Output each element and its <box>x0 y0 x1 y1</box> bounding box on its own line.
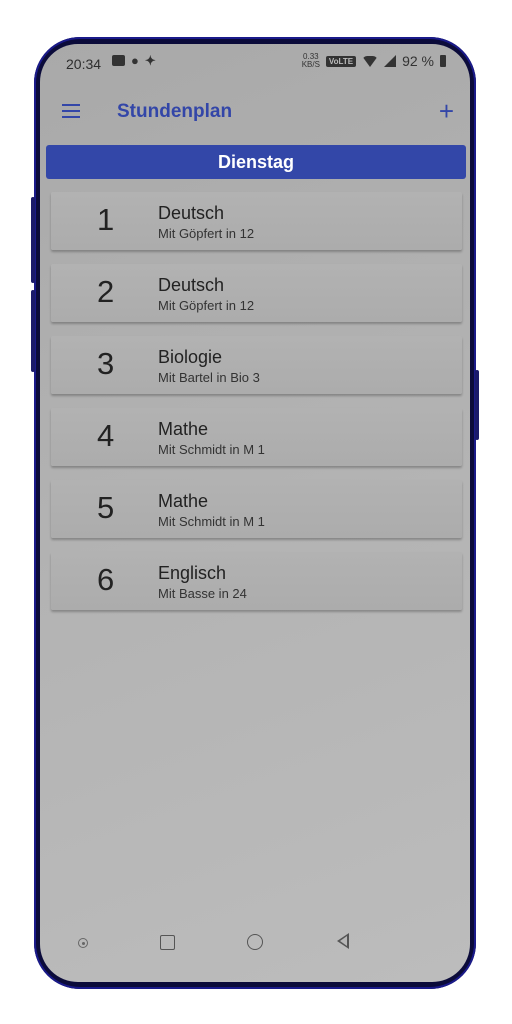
youtube-icon <box>112 55 125 66</box>
lesson-card[interactable]: 5 Mathe Mit Schmidt in M 1 <box>51 480 462 538</box>
lesson-card[interactable]: 4 Mathe Mit Schmidt in M 1 <box>51 408 462 466</box>
lesson-card[interactable]: 6 Englisch Mit Basse in 24 <box>51 552 462 610</box>
back-button[interactable] <box>337 933 349 949</box>
lesson-detail: Mit Schmidt in M 1 <box>158 514 265 529</box>
lesson-subject: Englisch <box>158 563 227 583</box>
navigation-bar <box>40 930 470 960</box>
volume-up-button <box>31 197 35 283</box>
lesson-number: 5 <box>97 490 115 525</box>
lesson-number: 2 <box>97 274 115 309</box>
lesson-number: 1 <box>97 202 115 237</box>
lesson-detail: Mit Schmidt in M 1 <box>158 442 265 457</box>
lesson-subject: Deutsch <box>158 275 225 295</box>
lesson-detail: Mit Bartel in Bio 3 <box>158 370 260 385</box>
lesson-card[interactable]: 1 Deutsch Mit Göpfert in 12 <box>51 192 462 250</box>
lesson-card[interactable]: 2 Deutsch Mit Göpfert in 12 <box>51 264 462 322</box>
lesson-number: 4 <box>97 418 115 453</box>
battery-icon <box>440 55 446 67</box>
system-icons: 0.33 KB/S VoLTE 92 % <box>302 53 446 69</box>
reddit-icon: ● <box>131 53 139 68</box>
wifi-icon <box>362 55 379 67</box>
net-speed-unit: KB/S <box>301 60 320 69</box>
lesson-card[interactable]: 3 Biologie Mit Bartel in Bio 3 <box>51 336 462 394</box>
signal-icon <box>384 55 397 67</box>
battery-percent: 92 % <box>402 53 434 69</box>
lesson-subject: Biologie <box>158 347 223 367</box>
lesson-list: 1 Deutsch Mit Göpfert in 12 2 Deutsch Mi… <box>51 192 462 624</box>
app-bar: Stundenplan + <box>40 96 470 132</box>
recents-button[interactable] <box>160 935 175 950</box>
lesson-subject: Mathe <box>158 419 209 439</box>
twitter-icon: ✦ <box>144 53 156 68</box>
lesson-detail: Mit Basse in 24 <box>158 586 247 601</box>
lesson-detail: Mit Göpfert in 12 <box>158 226 255 241</box>
notification-icons: ● ✦ <box>112 53 156 68</box>
menu-icon[interactable] <box>62 104 80 118</box>
net-speed: 0.33 KB/S <box>302 53 320 69</box>
home-button[interactable] <box>247 934 263 950</box>
power-button <box>475 370 479 440</box>
lesson-number: 6 <box>97 562 115 597</box>
page-title: Stundenplan <box>117 101 233 122</box>
status-time: 20:34 <box>66 56 102 72</box>
status-bar: 20:34 ● ✦ 0.33 KB/S VoLTE 92 % <box>40 44 470 80</box>
lesson-subject: Mathe <box>158 491 209 511</box>
volte-badge: VoLTE <box>325 55 357 67</box>
assistant-icon[interactable] <box>78 938 88 948</box>
screen: 20:34 ● ✦ 0.33 KB/S VoLTE 92 % Stundenpl… <box>40 44 470 982</box>
lesson-detail: Mit Göpfert in 12 <box>158 298 255 313</box>
lesson-number: 3 <box>97 346 115 381</box>
plus-icon[interactable]: + <box>439 96 454 126</box>
volume-down-button <box>31 290 35 372</box>
lesson-subject: Deutsch <box>158 203 225 223</box>
day-header: Dienstag <box>46 145 466 179</box>
